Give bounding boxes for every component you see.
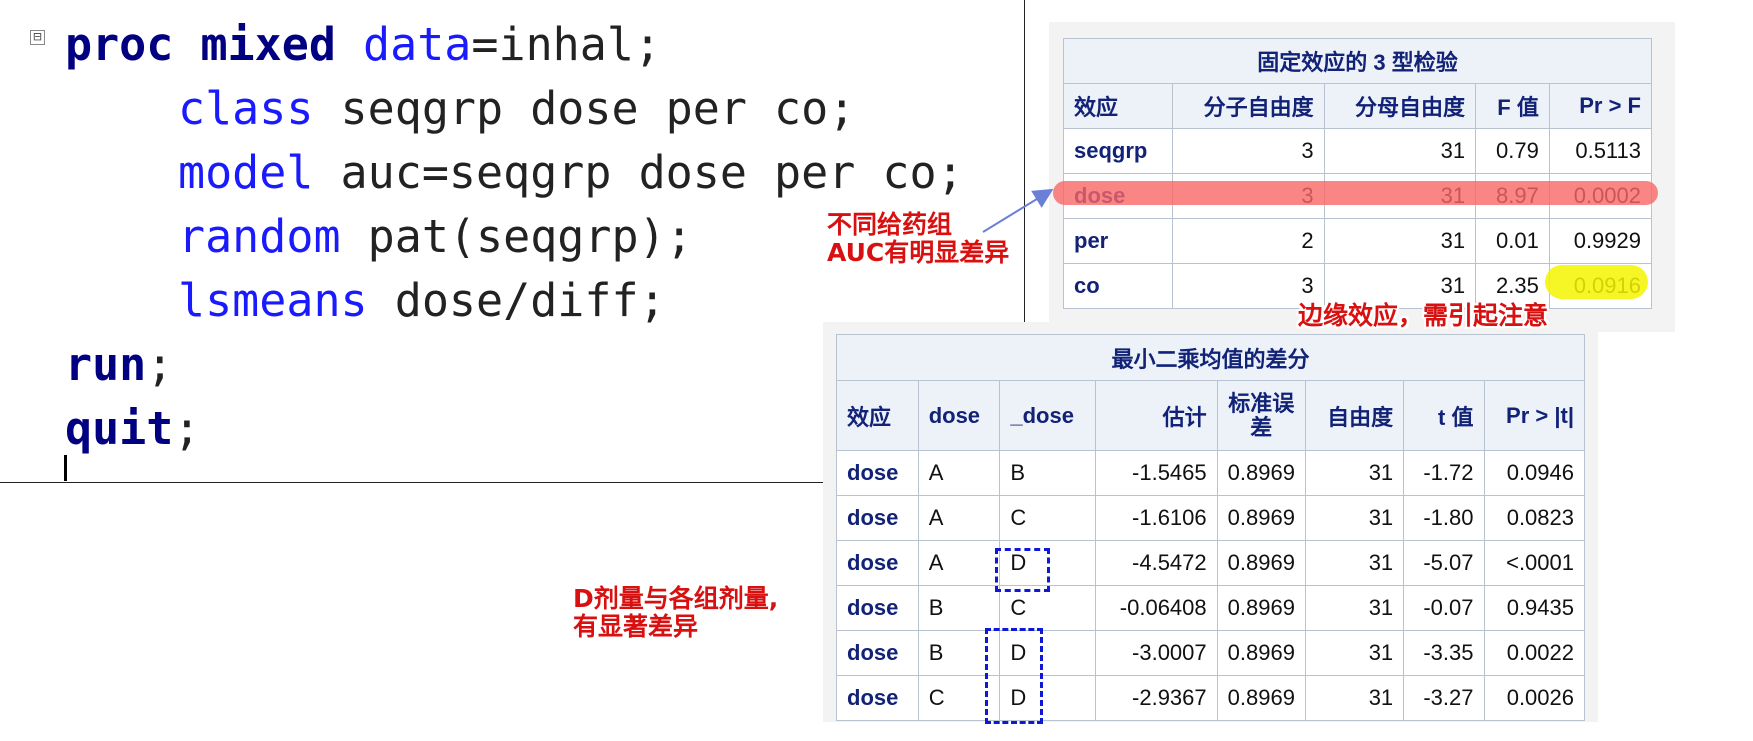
d-box-bc xyxy=(985,628,1043,724)
note-line: D剂量与各组剂量, xyxy=(573,584,779,613)
note-dose-significant: 不同给药组 AUC有明显差异 xyxy=(827,211,1009,267)
note-co-marginal: 边缘效应，需引起注意 xyxy=(1298,302,1548,330)
note-line: AUC有明显差异 xyxy=(827,238,1010,267)
note-line: 不同给药组 xyxy=(827,210,953,239)
note-d-dose: D剂量与各组剂量, 有显著差异 xyxy=(573,585,778,641)
note-line: 有显著差异 xyxy=(573,612,699,641)
note-line: 边缘效应，需引起注意 xyxy=(1298,301,1549,330)
d-box-a xyxy=(995,548,1050,592)
annotation-arrow xyxy=(982,188,1054,233)
